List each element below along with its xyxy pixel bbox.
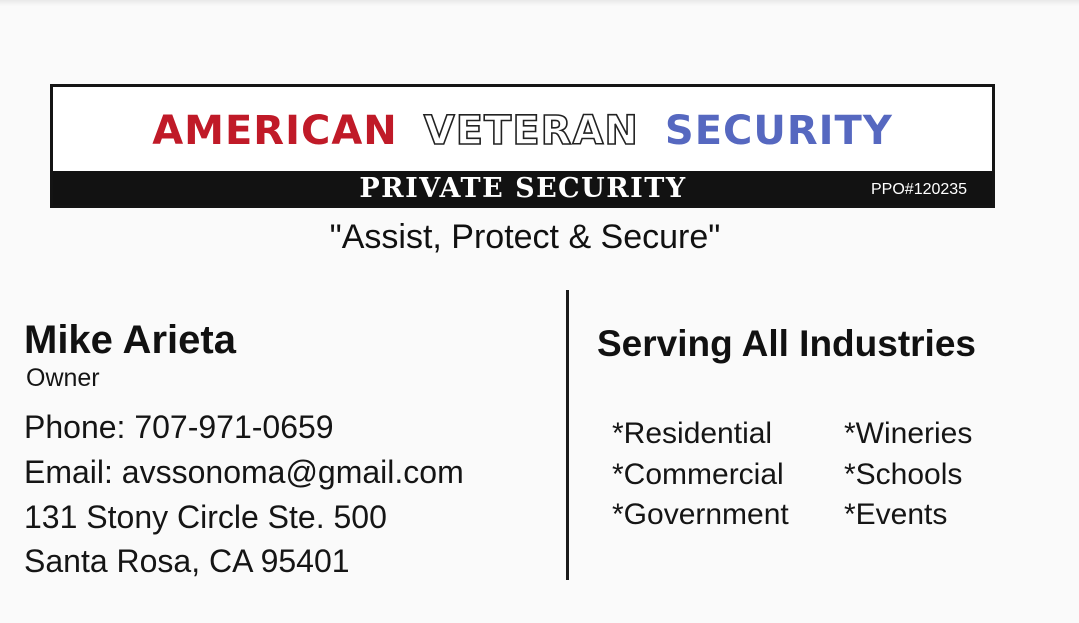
private-security-label: PRIVATE SECURITY — [359, 173, 687, 204]
logo-word-security: SECURITY — [664, 108, 893, 154]
business-card: AMERICAN VETERAN SECURITY PRIVATE SECURI… — [0, 0, 1079, 623]
logo-word-american: AMERICAN — [152, 108, 398, 154]
license-number: PPO#120235 — [871, 181, 968, 198]
industry-item: *Wineries — [844, 417, 973, 450]
logo-band: PRIVATE SECURITY PPO#120235 — [53, 171, 992, 205]
contact-role: Owner — [26, 364, 100, 392]
tagline: "Assist, Protect & Secure" — [329, 218, 721, 256]
industry-item: *Residential — [612, 417, 773, 450]
contact-name: Mike Arieta — [24, 318, 236, 362]
industry-item: *Government — [612, 498, 789, 531]
contact-email: Email: avssonoma@gmail.com — [24, 454, 464, 490]
vertical-divider — [566, 290, 569, 580]
industry-item: *Commercial — [612, 458, 784, 491]
company-logo: AMERICAN VETERAN SECURITY PRIVATE SECURI… — [50, 84, 995, 208]
address-line-1: 131 Stony Circle Ste. 500 — [24, 499, 387, 535]
contact-phone: Phone: 707-971-0659 — [24, 409, 334, 445]
logo-wordmark: AMERICAN VETERAN SECURITY — [53, 87, 992, 175]
industry-item: *Schools — [844, 458, 963, 491]
logo-word-veteran: VETERAN — [423, 107, 639, 155]
services-heading: Serving All Industries — [597, 323, 976, 364]
address-line-2: Santa Rosa, CA 95401 — [24, 543, 350, 579]
industry-item: *Events — [844, 498, 948, 531]
